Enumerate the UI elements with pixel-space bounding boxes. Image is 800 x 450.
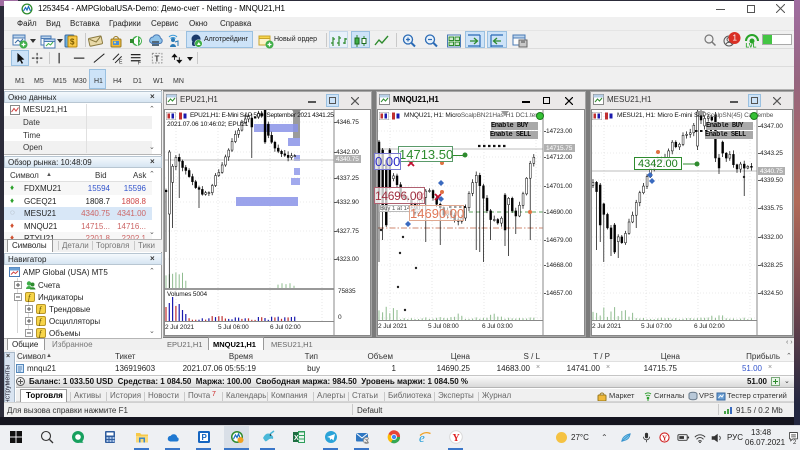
svg-text:Y: Y [453,433,461,444]
svg-text:T: T [155,55,160,64]
svg-text:Y: Y [662,434,667,442]
svg-text:3: 3 [365,439,368,444]
svg-text:X: X [294,435,299,442]
svg-text:1: 1 [733,34,738,43]
svg-text:E: E [119,59,123,65]
svg-text:$: $ [70,38,75,47]
svg-text:F: F [138,60,141,66]
svg-text:LVL: LVL [746,44,757,49]
svg-text:P: P [202,433,208,442]
svg-text:e: e [419,430,425,444]
